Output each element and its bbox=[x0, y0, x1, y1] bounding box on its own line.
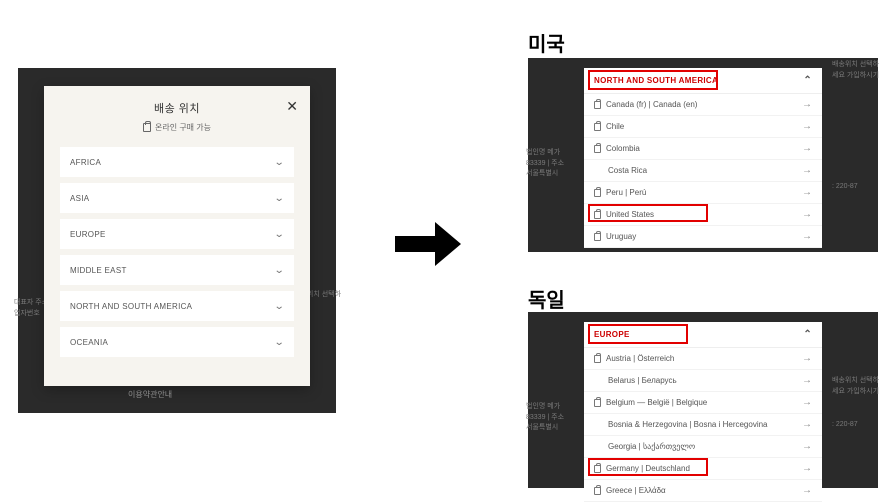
shopping-bag-icon bbox=[594, 123, 601, 131]
arrow-right-icon: → bbox=[802, 209, 812, 220]
shopping-bag-icon bbox=[594, 101, 601, 109]
region-item[interactable]: MIDDLE EAST ⌄ bbox=[60, 255, 294, 285]
bg-text: 배송위치 선택하세요 가입하시기 bbox=[832, 376, 882, 397]
country-label: Germany | Deutschland bbox=[606, 464, 690, 473]
country-row[interactable]: Greece | Ελλάδα → bbox=[584, 480, 822, 502]
bg-text: 배송위치 선택하세요 가입하시기 bbox=[832, 60, 882, 81]
country-row[interactable]: Germany | Deutschland → bbox=[584, 458, 822, 480]
usa-screenshot: 법인명 메가 83339 | 주소 서울특별시 배송위치 선택하세요 가입하시기… bbox=[528, 58, 878, 252]
region-header-label: NORTH AND SOUTH AMERICA bbox=[594, 76, 718, 85]
shipping-location-modal: 배송 위치 ✕ 온라인 구매 가능 AFRICA⌄ASIA⌄EUROPE⌄MID… bbox=[44, 86, 310, 386]
country-label: Georgia | საქართველო bbox=[608, 442, 695, 451]
country-label: Belarus | Беларусь bbox=[608, 376, 677, 385]
country-row[interactable]: United States → bbox=[584, 204, 822, 226]
region-label: MIDDLE EAST bbox=[70, 266, 127, 275]
shopping-bag-icon bbox=[594, 465, 601, 473]
shopping-bag-icon bbox=[594, 487, 601, 495]
chevron-down-icon: ⌄ bbox=[274, 265, 285, 276]
arrow-right-icon: → bbox=[802, 485, 812, 496]
shopping-bag-icon bbox=[594, 399, 601, 407]
arrow-right-icon: → bbox=[802, 187, 812, 198]
arrow-right-icon: → bbox=[802, 143, 812, 154]
region-label: ASIA bbox=[70, 194, 89, 203]
country-row[interactable]: Colombia → bbox=[584, 138, 822, 160]
chevron-down-icon: ⌄ bbox=[274, 301, 285, 312]
country-label: Belgium — België | Belgique bbox=[606, 398, 707, 407]
region-label: OCEANIA bbox=[70, 338, 108, 347]
region-header-label: EUROPE bbox=[594, 330, 630, 339]
country-row[interactable]: Austria | Österreich → bbox=[584, 348, 822, 370]
arrow-right-icon: → bbox=[802, 165, 812, 176]
country-row[interactable]: Costa Rica → bbox=[584, 160, 822, 182]
region-header[interactable]: NORTH AND SOUTH AMERICA ⌃ bbox=[584, 68, 822, 94]
shopping-bag-icon bbox=[143, 123, 151, 132]
bg-text: 법인명 메가 83339 | 주소 서울특별시 bbox=[526, 402, 572, 434]
country-row[interactable]: Georgia | საქართველო → bbox=[584, 436, 822, 458]
subtitle-text: 온라인 구매 가능 bbox=[155, 122, 211, 133]
country-label: Greece | Ελλάδα bbox=[606, 486, 666, 495]
bg-text: : 220-87 bbox=[832, 182, 882, 193]
country-list-usa: NORTH AND SOUTH AMERICA ⌃ Canada (fr) | … bbox=[584, 68, 822, 248]
country-row[interactable]: Belarus | Беларусь → bbox=[584, 370, 822, 392]
label-germany: 독일 bbox=[528, 284, 565, 313]
close-icon[interactable]: ✕ bbox=[286, 98, 298, 115]
country-label: Canada (fr) | Canada (en) bbox=[606, 100, 697, 109]
chevron-down-icon: ⌄ bbox=[274, 337, 285, 348]
bg-text: 이용약관안내 bbox=[128, 389, 172, 401]
chevron-up-icon: ⌃ bbox=[803, 75, 812, 86]
country-row[interactable]: Peru | Perú → bbox=[584, 182, 822, 204]
germany-screenshot: 법인명 메가 83339 | 주소 서울특별시 배송위치 선택하세요 가입하시기… bbox=[528, 312, 878, 488]
region-item[interactable]: AFRICA ⌄ bbox=[60, 147, 294, 177]
chevron-down-icon: ⌄ bbox=[274, 229, 285, 240]
chevron-down-icon: ⌄ bbox=[274, 157, 285, 168]
chevron-down-icon: ⌄ bbox=[274, 193, 285, 204]
region-label: EUROPE bbox=[70, 230, 106, 239]
region-item[interactable]: EUROPE ⌄ bbox=[60, 219, 294, 249]
shipping-modal-screenshot: 대표자 주소제번 사업자번호 배송위치 선택하세요 이용약관안내 배송 위치 ✕… bbox=[18, 68, 336, 413]
shopping-bag-icon bbox=[594, 189, 601, 197]
bg-text: 법인명 메가 83339 | 주소 서울특별시 bbox=[526, 148, 572, 180]
shopping-bag-icon bbox=[594, 145, 601, 153]
chevron-up-icon: ⌃ bbox=[803, 329, 812, 340]
region-label: NORTH AND SOUTH AMERICA bbox=[70, 302, 192, 311]
arrow-right-icon: → bbox=[802, 353, 812, 364]
modal-header: 배송 위치 ✕ bbox=[60, 100, 294, 116]
arrow-right-icon: → bbox=[802, 231, 812, 242]
arrow-right-icon bbox=[395, 222, 465, 266]
country-label: Colombia bbox=[606, 144, 640, 153]
country-row[interactable]: Bosnia & Herzegovina | Bosna i Hercegovi… bbox=[584, 414, 822, 436]
region-item[interactable]: ASIA ⌄ bbox=[60, 183, 294, 213]
label-usa: 미국 bbox=[528, 28, 565, 57]
country-label: United States bbox=[606, 210, 654, 219]
arrow-right-icon: → bbox=[802, 441, 812, 452]
country-label: Uruguay bbox=[606, 232, 636, 241]
arrow-right-icon: → bbox=[802, 397, 812, 408]
modal-subtitle: 온라인 구매 가능 bbox=[60, 122, 294, 133]
arrow-right-icon: → bbox=[802, 375, 812, 386]
arrow-right-icon: → bbox=[802, 121, 812, 132]
country-label: Chile bbox=[606, 122, 624, 131]
shopping-bag-icon bbox=[594, 355, 601, 363]
region-label: AFRICA bbox=[70, 158, 101, 167]
region-item[interactable]: OCEANIA ⌄ bbox=[60, 327, 294, 357]
modal-title: 배송 위치 bbox=[154, 100, 200, 116]
bg-text: : 220-87 bbox=[832, 420, 882, 431]
shopping-bag-icon bbox=[594, 211, 601, 219]
shopping-bag-icon bbox=[594, 233, 601, 241]
region-list: AFRICA⌄ASIA⌄EUROPE⌄MIDDLE EAST⌄NORTH AND… bbox=[60, 147, 294, 357]
country-row[interactable]: Uruguay → bbox=[584, 226, 822, 248]
country-label: Bosnia & Herzegovina | Bosna i Hercegovi… bbox=[608, 420, 768, 429]
arrow-right-icon: → bbox=[802, 99, 812, 110]
country-label: Costa Rica bbox=[608, 166, 647, 175]
country-label: Austria | Österreich bbox=[606, 354, 674, 363]
country-label: Peru | Perú bbox=[606, 188, 646, 197]
arrow-right-icon: → bbox=[802, 463, 812, 474]
region-item[interactable]: NORTH AND SOUTH AMERICA ⌄ bbox=[60, 291, 294, 321]
region-header[interactable]: EUROPE ⌃ bbox=[584, 322, 822, 348]
arrow-right-icon: → bbox=[802, 419, 812, 430]
country-row[interactable]: Belgium — België | Belgique → bbox=[584, 392, 822, 414]
country-row[interactable]: Canada (fr) | Canada (en) → bbox=[584, 94, 822, 116]
country-row[interactable]: Chile → bbox=[584, 116, 822, 138]
country-list-germany: EUROPE ⌃ Austria | Österreich→Belarus | … bbox=[584, 322, 822, 502]
